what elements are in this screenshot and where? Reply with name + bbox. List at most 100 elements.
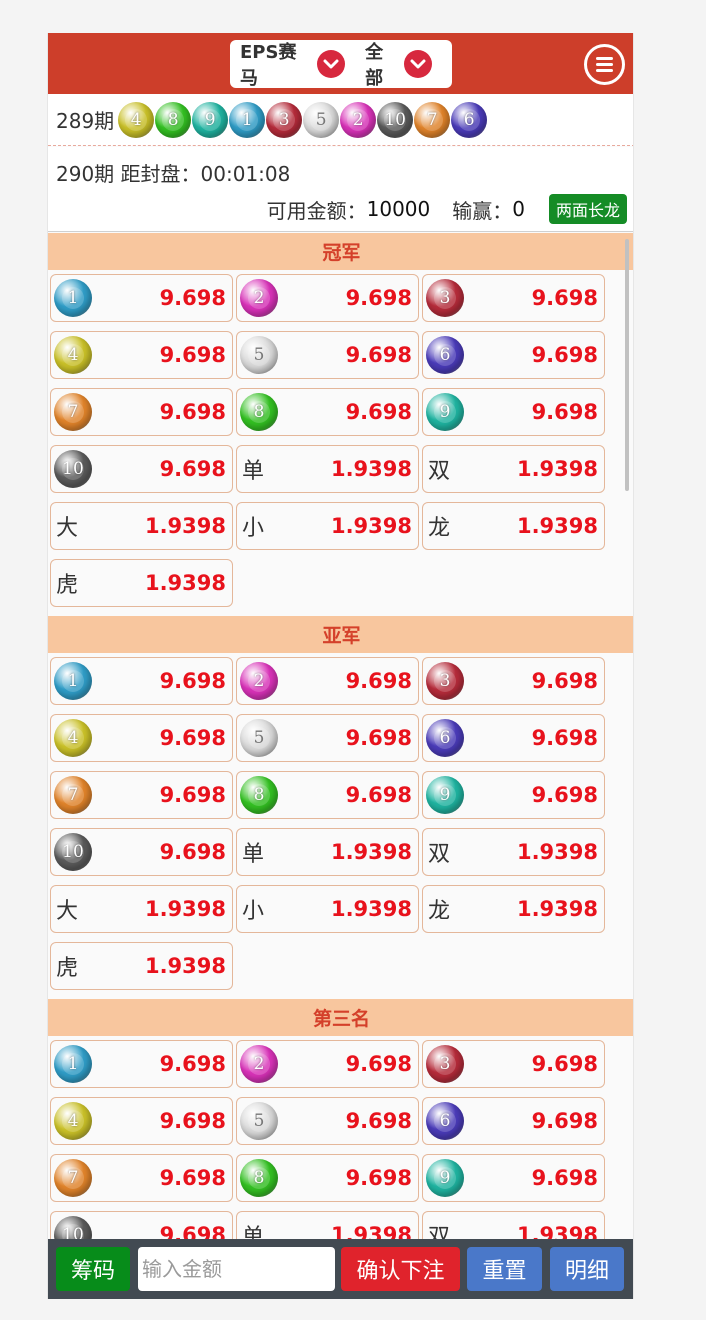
- ball-4-icon: 4: [54, 336, 92, 374]
- bet-option[interactable]: 3 9.698: [422, 657, 605, 705]
- odds-value: 9.698: [345, 286, 412, 310]
- bet-option[interactable]: 龙 1.9398: [422, 502, 605, 550]
- odds-value: 9.698: [531, 343, 598, 367]
- bet-option[interactable]: 大 1.9398: [50, 885, 233, 933]
- bet-option[interactable]: 4 9.698: [50, 714, 233, 762]
- bet-option-label: 双: [428, 1225, 451, 1239]
- bet-option-label: 双: [428, 842, 451, 867]
- odds-value: 9.698: [159, 840, 226, 864]
- bet-option[interactable]: 5 9.698: [236, 1097, 419, 1145]
- odds-value: 9.698: [531, 783, 598, 807]
- game-select[interactable]: EPS赛马: [240, 38, 346, 90]
- bet-option[interactable]: 虎 1.9398: [50, 942, 233, 990]
- bet-option[interactable]: 6 9.698: [422, 331, 605, 379]
- odds-value: 1.9398: [516, 840, 598, 864]
- bet-option[interactable]: 单 1.9398: [236, 828, 419, 876]
- bet-list[interactable]: 冠军 1 9.698 2 9.698 3 9.698 4 9.698 5 9.698 6 9.698 7 9…: [48, 233, 633, 1239]
- bet-option[interactable]: 7 9.698: [50, 771, 233, 819]
- ball-1-icon: 1: [54, 662, 92, 700]
- confirm-bet-button[interactable]: 确认下注: [341, 1247, 460, 1291]
- bet-option[interactable]: 3 9.698: [422, 274, 605, 322]
- ball-8-icon: 8: [155, 101, 192, 138]
- bet-option-label: 龙: [428, 516, 451, 541]
- odds-value: 1.9398: [516, 457, 598, 481]
- detail-button[interactable]: 明细: [550, 1247, 624, 1291]
- ball-8-icon: 8: [240, 393, 278, 431]
- bet-option-label: 龙: [428, 899, 451, 924]
- bet-option[interactable]: 单 1.9398: [236, 1211, 419, 1239]
- bet-option[interactable]: 4 9.698: [50, 1097, 233, 1145]
- countdown: 290期 距封盘：00:01:08: [56, 158, 290, 187]
- bet-option[interactable]: 双 1.9398: [422, 828, 605, 876]
- bet-option[interactable]: 8 9.698: [236, 388, 419, 436]
- top-header: EPS赛马 全部: [48, 33, 633, 94]
- bet-option[interactable]: 10 9.698: [50, 1211, 233, 1239]
- chips-button[interactable]: 筹码: [56, 1247, 130, 1291]
- ball-4-icon: 4: [118, 101, 155, 138]
- odds-value: 1.9398: [330, 1223, 412, 1239]
- ball-10-icon: 10: [54, 833, 92, 871]
- bet-option-label: 虎: [56, 956, 79, 981]
- odds-value: 9.698: [531, 726, 598, 750]
- dragon-button[interactable]: 两面长龙: [548, 194, 627, 224]
- bet-option[interactable]: 2 9.698: [236, 657, 419, 705]
- bet-option[interactable]: 4 9.698: [50, 331, 233, 379]
- bet-option[interactable]: 2 9.698: [236, 1040, 419, 1088]
- bet-option[interactable]: 9 9.698: [422, 388, 605, 436]
- bet-option[interactable]: 10 9.698: [50, 828, 233, 876]
- bet-option[interactable]: 3 9.698: [422, 1040, 605, 1088]
- bet-option[interactable]: 6 9.698: [422, 1097, 605, 1145]
- ball-7-icon: 7: [54, 393, 92, 431]
- bet-option[interactable]: 双 1.9398: [422, 445, 605, 493]
- bet-option[interactable]: 8 9.698: [236, 771, 419, 819]
- amount-input[interactable]: [138, 1247, 335, 1291]
- bet-option-label: 小: [242, 899, 265, 924]
- bet-option[interactable]: 5 9.698: [236, 714, 419, 762]
- odds-value: 9.698: [159, 457, 226, 481]
- filter-select[interactable]: 全部: [365, 38, 432, 90]
- odds-value: 9.698: [159, 1109, 226, 1133]
- next-period-label: 290期 距封盘：: [56, 162, 201, 186]
- bet-option[interactable]: 2 9.698: [236, 274, 419, 322]
- ball-5-icon: 5: [240, 1102, 278, 1140]
- bet-option[interactable]: 5 9.698: [236, 331, 419, 379]
- bet-option[interactable]: 虎 1.9398: [50, 559, 233, 607]
- scrollbar[interactable]: [625, 239, 629, 491]
- hamburger-menu-icon[interactable]: [584, 44, 625, 85]
- bet-option[interactable]: 6 9.698: [422, 714, 605, 762]
- filter-select-label: 全部: [365, 42, 384, 89]
- bet-option[interactable]: 双 1.9398: [422, 1211, 605, 1239]
- bet-option[interactable]: 8 9.698: [236, 1154, 419, 1202]
- bet-option[interactable]: 7 9.698: [50, 388, 233, 436]
- ball-1-icon: 1: [229, 101, 266, 138]
- ball-6-icon: 6: [426, 1102, 464, 1140]
- ball-10-icon: 10: [54, 1216, 92, 1239]
- odds-grid: 1 9.698 2 9.698 3 9.698 4 9.698 5 9.698 6 9.698 7 9.6…: [48, 1036, 608, 1239]
- bet-option[interactable]: 龙 1.9398: [422, 885, 605, 933]
- bet-option-label: 单: [242, 1225, 265, 1239]
- bet-option[interactable]: 9 9.698: [422, 771, 605, 819]
- bet-option[interactable]: 1 9.698: [50, 657, 233, 705]
- bet-option[interactable]: 大 1.9398: [50, 502, 233, 550]
- reset-button[interactable]: 重置: [467, 1247, 542, 1291]
- odds-value: 9.698: [345, 1166, 412, 1190]
- odds-value: 1.9398: [144, 571, 226, 595]
- odds-value: 1.9398: [330, 457, 412, 481]
- odds-value: 9.698: [159, 400, 226, 424]
- ball-3-icon: 3: [426, 279, 464, 317]
- odds-value: 1.9398: [330, 840, 412, 864]
- bet-option[interactable]: 小 1.9398: [236, 885, 419, 933]
- bet-option[interactable]: 10 9.698: [50, 445, 233, 493]
- bet-option[interactable]: 7 9.698: [50, 1154, 233, 1202]
- bet-option-label: 单: [242, 842, 265, 867]
- bet-option[interactable]: 9 9.698: [422, 1154, 605, 1202]
- odds-value: 1.9398: [144, 897, 226, 921]
- bet-option[interactable]: 小 1.9398: [236, 502, 419, 550]
- odds-value: 9.698: [159, 343, 226, 367]
- odds-value: 9.698: [345, 726, 412, 750]
- bet-option[interactable]: 1 9.698: [50, 274, 233, 322]
- section-title: 第三名: [48, 999, 633, 1036]
- ball-1-icon: 1: [54, 1045, 92, 1083]
- bet-option[interactable]: 单 1.9398: [236, 445, 419, 493]
- bet-option[interactable]: 1 9.698: [50, 1040, 233, 1088]
